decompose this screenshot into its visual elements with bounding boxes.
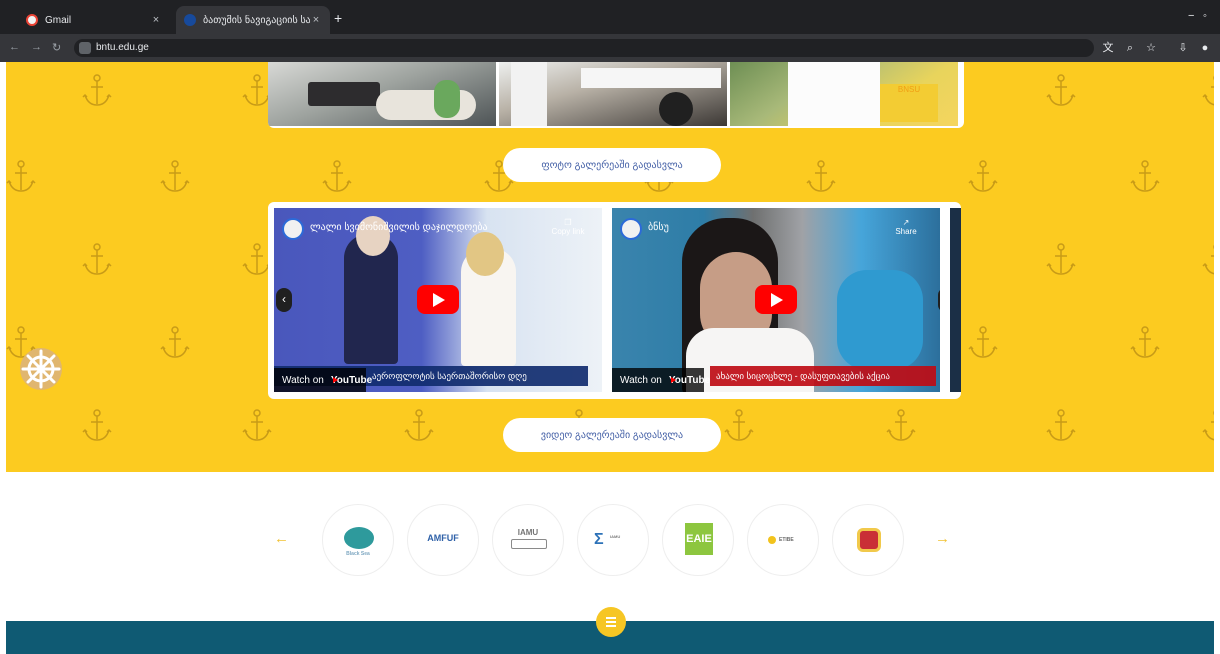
browser-chrome: Gmail × ბათუმის ნავიგაციის სასწა... × + … [0,0,1220,62]
youtube-video-card-partial[interactable] [950,208,961,392]
profile-icon[interactable]: ● [1198,41,1212,55]
watch-on-youtube-link[interactable]: Watch on YouTube [274,368,372,392]
youtube-play-button[interactable] [417,285,459,314]
video-title[interactable]: ლალი სვიმონიშვილის დაჯილდოება [310,222,488,233]
downloads-icon[interactable]: ⇩ [1176,41,1190,55]
back-icon[interactable]: ← [9,41,20,53]
watch-on-youtube-link[interactable]: Watch on YouTube [612,368,710,392]
url-text[interactable]: bntu.edu.ge [96,42,149,53]
video-gallery-button[interactable]: ვიდეო გალერეაში გადასვლა [503,418,721,452]
address-bar[interactable]: bntu.edu.ge [74,39,1094,57]
video-caption: ახალი სიცოცხლე - დასუფთავების აქცია [710,366,936,386]
close-icon[interactable]: × [310,14,322,26]
restore-icon[interactable]: ◦ [1203,10,1207,22]
copy-link-icon[interactable]: ❐ Copy link [546,218,590,236]
partners-prev-arrow-icon[interactable]: ← [274,530,289,547]
share-icon[interactable]: ↗ Share [884,218,928,236]
channel-avatar[interactable] [620,218,642,240]
media-section: BNSU ფოტო გალერეაში გადასვლა ლალი სვიმონ… [6,62,1214,472]
reload-icon[interactable]: ↻ [52,41,61,54]
video-carousel: ლალი სვიმონიშვილის დაჯილდოება ❐ Copy link… [268,202,961,399]
photo-gallery-strip[interactable]: BNSU [268,62,964,128]
carousel-prev-icon[interactable]: ‹ [276,288,292,312]
zoom-icon[interactable]: ⌕ [1123,41,1137,55]
tab-title: Gmail [45,14,72,26]
browser-toolbar: ← → ↻ bntu.edu.ge 文 ⌕ ☆ ⇩ ● [0,34,1220,62]
forward-icon[interactable]: → [31,41,42,53]
menu-icon[interactable] [596,607,626,637]
channel-avatar[interactable] [282,218,304,240]
tab-bntu[interactable]: ბათუმის ნავიგაციის სასწა... × [176,6,330,34]
share-label[interactable]: Share [895,227,916,236]
youtube-video-card[interactable]: ლალი სვიმონიშვილის დაჯილდოება ❐ Copy link… [274,208,602,392]
partners-next-arrow-icon[interactable]: → [935,530,950,547]
ship-wheel-icon[interactable] [19,347,63,391]
gmail-icon [26,14,38,26]
site-favicon-icon [184,14,196,26]
gallery-photo[interactable] [268,62,496,126]
tab-title: ბათუმის ნავიგაციის სასწა... [203,14,310,26]
photo-gallery-button[interactable]: ფოტო გალერეაში გადასვლა [503,148,721,182]
translate-icon[interactable]: 文 [1101,41,1115,55]
close-icon[interactable]: × [150,14,162,26]
youtube-play-button[interactable] [755,285,797,314]
new-tab-plus-icon[interactable]: + [334,10,342,26]
tab-strip: Gmail × ბათუმის ნავიგაციის სასწა... × + … [0,0,1220,34]
partner-logo-sun[interactable]: ETIBE [747,504,819,576]
partner-logo-amfuf[interactable]: AMFUF [407,504,479,576]
gallery-photo[interactable]: BNSU [730,62,958,126]
partners-carousel: ← Black Sea AMFUF IAMU Σ IAMU EAIE ETIBE… [0,490,1220,590]
minimize-icon[interactable]: − [1188,10,1194,22]
partner-logo-sigma[interactable]: Σ IAMU [577,504,649,576]
video-title[interactable]: ბნსუ [648,222,669,233]
copy-link-label[interactable]: Copy link [552,227,585,236]
partner-logo-ship[interactable]: IAMU [492,504,564,576]
gallery-photo[interactable] [499,62,727,126]
partner-logo-eaie[interactable]: EAIE [662,504,734,576]
youtube-video-card[interactable]: ბნსუ ↗ Share ახალი სიცოცხლე - დასუფთავები… [612,208,940,392]
carousel-next-icon[interactable]: › [938,288,940,312]
tab-gmail[interactable]: Gmail × [18,6,170,34]
site-info-icon[interactable] [79,42,91,54]
partner-logo-coat-of-arms[interactable] [832,504,904,576]
partner-logo-globe[interactable]: Black Sea [322,504,394,576]
bookmark-icon[interactable]: ☆ [1144,41,1158,55]
